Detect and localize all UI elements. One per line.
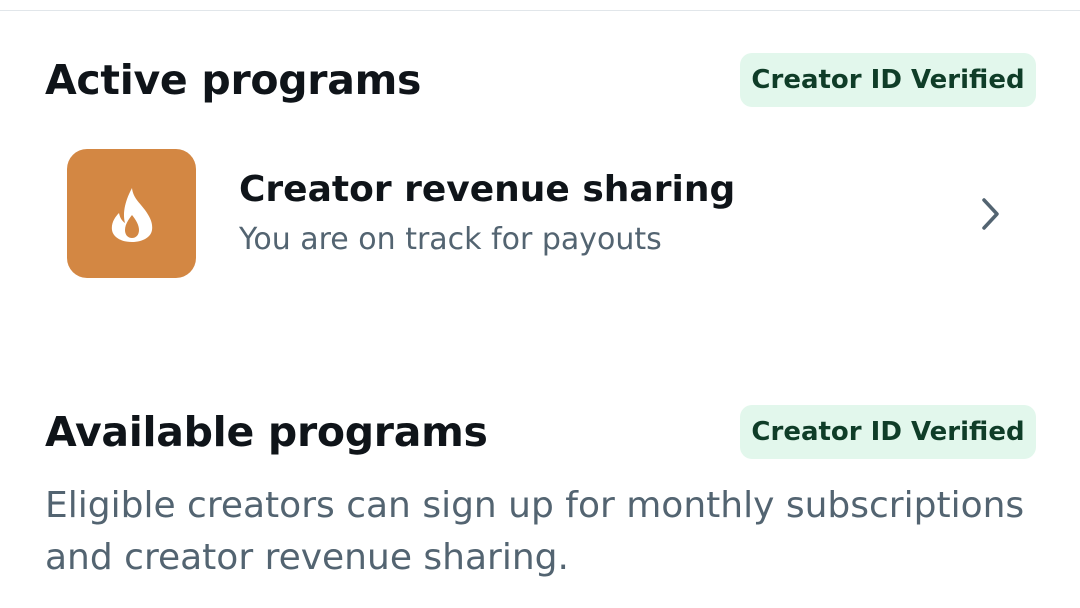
flame-icon <box>111 187 152 242</box>
active-programs-title: Active programs <box>45 56 422 104</box>
available-programs-title: Available programs <box>45 408 488 456</box>
chevron-right-icon[interactable] <box>972 192 1008 236</box>
top-divider <box>0 10 1080 11</box>
creator-id-verified-badge-available: Creator ID Verified <box>740 405 1036 459</box>
program-name: Creator revenue sharing <box>239 169 736 210</box>
program-status: You are on track for payouts <box>239 222 662 257</box>
program-icon-tile <box>67 149 196 278</box>
creator-id-verified-badge: Creator ID Verified <box>740 53 1036 107</box>
available-programs-description: Eligible creators can sign up for monthl… <box>45 485 1025 578</box>
monetization-page: Active programs Creator ID Verified Crea… <box>0 0 1080 608</box>
program-row-creator-revenue-sharing[interactable]: Creator revenue sharing You are on track… <box>0 130 1080 296</box>
